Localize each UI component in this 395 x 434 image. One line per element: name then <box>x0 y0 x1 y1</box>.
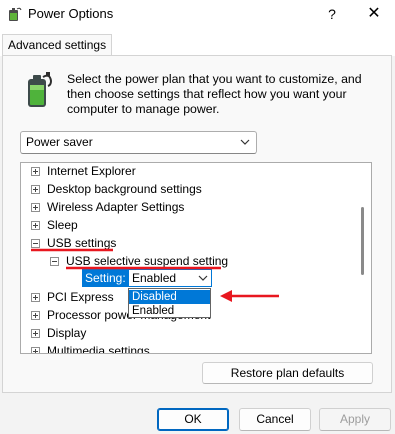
expand-icon[interactable] <box>31 293 40 302</box>
cancel-button[interactable]: Cancel <box>239 408 311 431</box>
tree-item-label: PCI Express <box>47 290 114 304</box>
expand-icon[interactable] <box>31 221 40 230</box>
setting-label: Setting: <box>82 269 128 287</box>
window-title: Power Options <box>28 6 114 21</box>
power-options-icon <box>9 7 22 21</box>
expand-icon[interactable] <box>31 311 40 320</box>
expand-icon[interactable] <box>31 203 40 212</box>
tree-item-label: Multimedia settings <box>47 344 150 354</box>
ok-button[interactable]: OK <box>157 408 229 431</box>
help-button[interactable]: ? <box>322 4 342 24</box>
tree-item-label: Wireless Adapter Settings <box>47 200 185 214</box>
tree-item-label: Display <box>47 326 87 340</box>
expand-icon[interactable] <box>31 185 40 194</box>
tree-item-label: Desktop background settings <box>47 182 202 196</box>
tree-item-label: USB settings <box>47 236 117 250</box>
battery-plug-icon <box>28 72 53 107</box>
apply-button[interactable]: Apply <box>319 408 391 431</box>
tree-item-label: Sleep <box>47 218 78 232</box>
setting-options-list[interactable]: Disabled Enabled <box>128 288 211 318</box>
expand-icon[interactable] <box>31 167 40 176</box>
collapse-icon[interactable] <box>31 239 40 248</box>
option-disabled[interactable]: Disabled <box>129 290 210 304</box>
plan-description: Select the power plan that you want to c… <box>67 72 362 116</box>
tree-scrollbar-thumb[interactable] <box>361 207 364 275</box>
restore-plan-defaults-button[interactable]: Restore plan defaults <box>202 362 373 384</box>
power-plan-dropdown[interactable]: Power saver <box>20 131 257 154</box>
setting-value-dropdown[interactable]: Enabled <box>128 269 212 287</box>
power-plan-value: Power saver <box>26 135 93 149</box>
tree-item-label: Internet Explorer <box>47 164 136 178</box>
option-enabled[interactable]: Enabled <box>129 304 210 318</box>
power-options-window: Power Options ? ✕ Advanced settings Sele… <box>0 0 395 434</box>
tab-advanced-settings[interactable]: Advanced settings <box>2 34 113 55</box>
settings-tree[interactable]: Internet Explorer Desktop background set… <box>20 162 372 354</box>
close-button[interactable]: ✕ <box>362 3 386 25</box>
expand-icon[interactable] <box>31 329 40 338</box>
chevron-down-icon <box>240 139 250 145</box>
chevron-down-icon <box>198 275 208 281</box>
expand-icon[interactable] <box>31 347 40 353</box>
collapse-icon[interactable] <box>50 257 59 266</box>
title-bar: Power Options ? ✕ <box>0 0 395 30</box>
setting-value: Enabled <box>132 271 177 285</box>
tree-item-label: USB selective suspend setting <box>66 254 229 268</box>
